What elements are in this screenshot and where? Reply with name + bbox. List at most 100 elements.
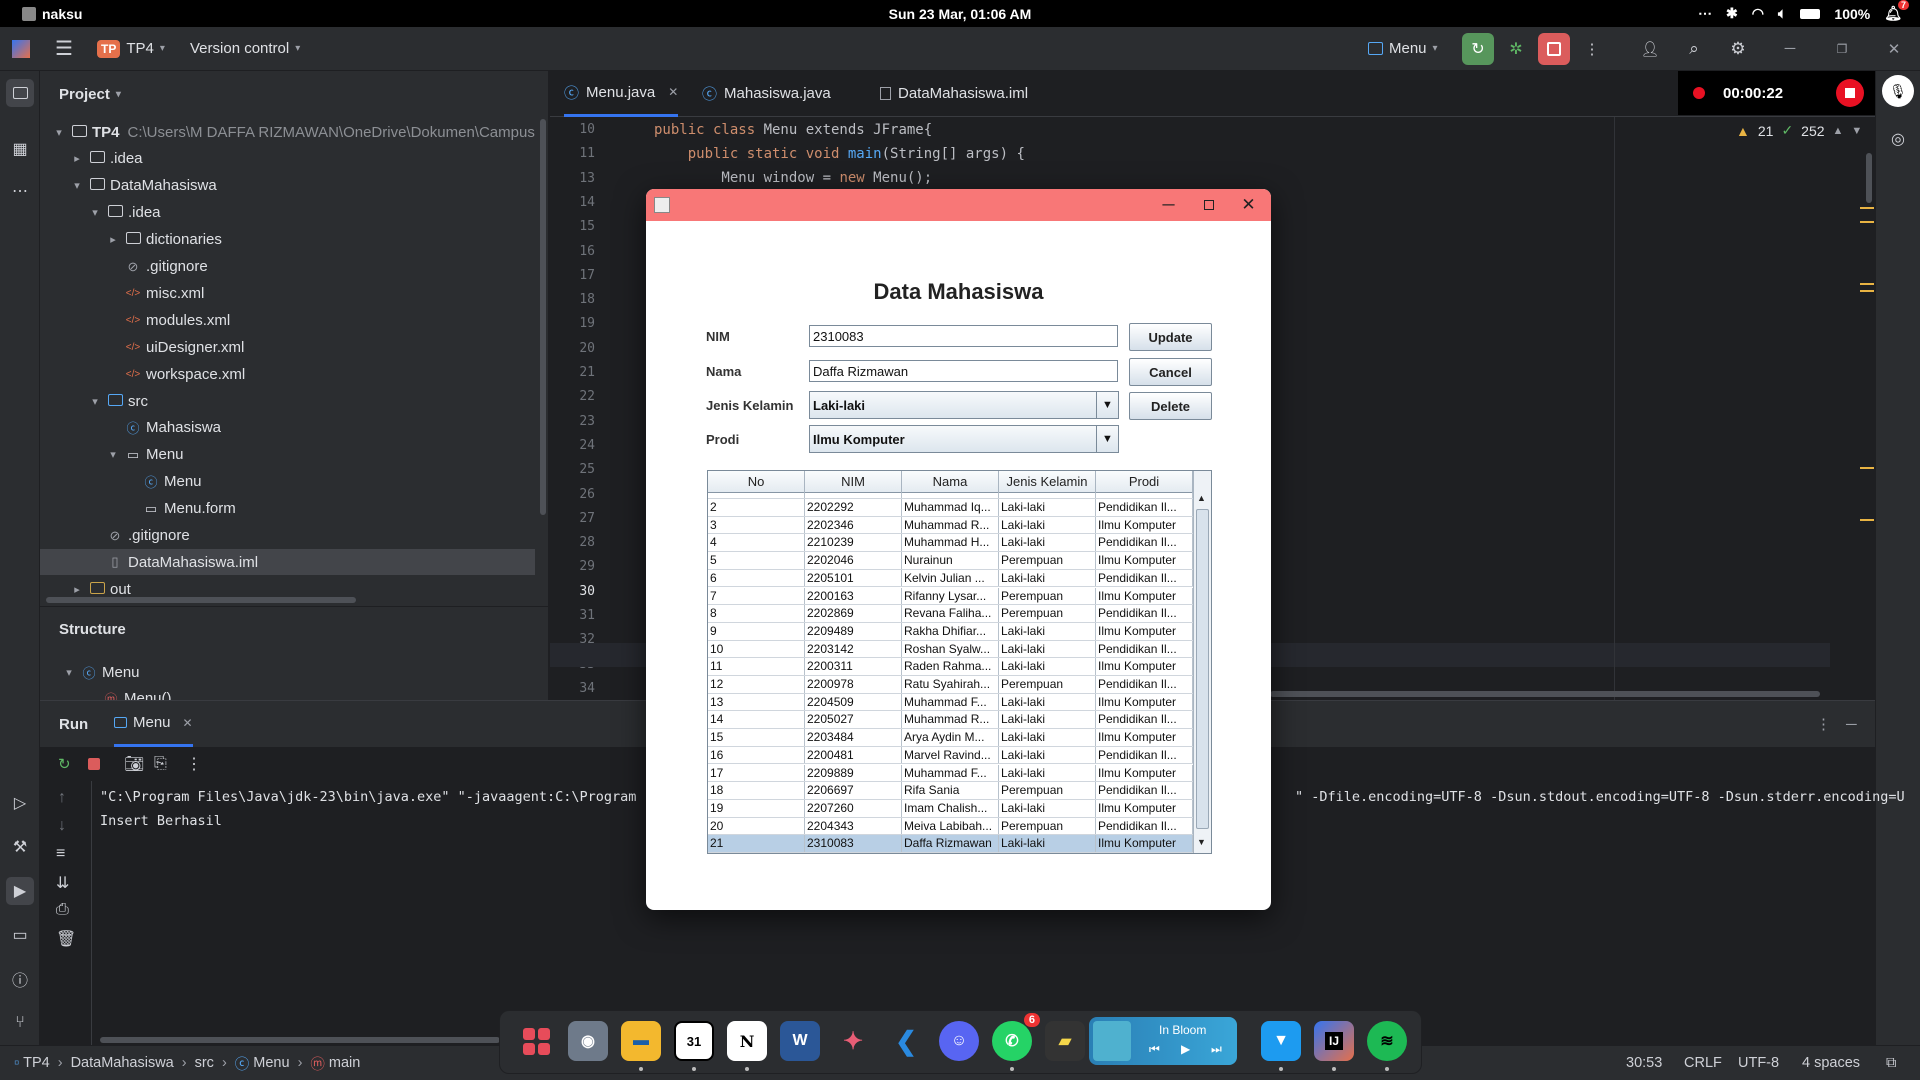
bluetooth-icon[interactable]: ✱ <box>1726 5 1738 22</box>
warning-marker[interactable] <box>1860 290 1874 292</box>
soft-wrap-icon[interactable]: ≡ <box>56 845 65 863</box>
stop-recording-button[interactable] <box>1836 79 1864 107</box>
table-row[interactable]: 15 2203484 Arya Aydin M... Laki-laki Ilmu Ko… <box>708 729 1193 747</box>
tree-item[interactable]: ▾ DataMahasiswa <box>40 173 535 199</box>
table-row[interactable]: 12 2200978 Ratu Syahirah... Perempuan Pendid… <box>708 676 1193 694</box>
run-config-selector[interactable]: Menu ▾ <box>1368 40 1438 57</box>
warning-marker[interactable] <box>1860 221 1874 223</box>
jenis-kelamin-select[interactable]: Laki-laki ▼ <box>809 391 1119 419</box>
table-row[interactable]: 14 2205027 Muhammad R... Laki-laki Pendidika… <box>708 711 1193 730</box>
console-horizontal-scrollbar[interactable] <box>100 1037 500 1043</box>
table-row[interactable]: 10 2203142 Roshan Syalw... Laki-laki Pendidi… <box>708 640 1193 659</box>
dock-app-discord[interactable]: ☺ <box>939 1021 979 1061</box>
project-panel-header[interactable]: Project ▾ <box>40 71 548 117</box>
breadcrumb-item[interactable]: ⓒ Menu <box>235 1053 290 1074</box>
prodi-select[interactable]: Ilmu Komputer ▼ <box>809 425 1119 453</box>
more-vertical-icon[interactable]: ⋮ <box>1816 715 1831 733</box>
tree-item[interactable]: ▾ .idea <box>40 200 535 226</box>
dock-app-intellij[interactable]: IJ <box>1314 1021 1354 1061</box>
ide-logo-icon[interactable] <box>12 39 30 58</box>
table-row[interactable]: 8 2202869 Revana Faliha... Perempuan Pendidi… <box>708 605 1193 623</box>
editor-horizontal-scrollbar[interactable] <box>1270 691 1820 697</box>
more-vertical-icon[interactable]: ⋮ <box>186 754 202 774</box>
table-row[interactable]: 17 2209889 Muhammad F... Laki-laki Ilmu Komp… <box>708 764 1193 783</box>
table-row[interactable]: 20 2204343 Meiva Labibah... Perempuan Pendid… <box>708 817 1193 836</box>
chevron-down-icon[interactable]: ▼ <box>1851 125 1862 137</box>
structure-item-menu-class[interactable]: ▾ ⓒ Menu <box>40 659 535 685</box>
table-row[interactable]: 9 2209489 Rakha Dhifiar... Laki-laki Ilmu Ko… <box>708 622 1193 641</box>
close-button[interactable]: ✕ <box>1226 189 1271 221</box>
volume-icon[interactable]: 🔈︎ <box>1778 5 1786 22</box>
more-tools-button[interactable]: ⋯ <box>6 177 34 205</box>
indent-setting[interactable]: 4 spaces <box>1802 1055 1860 1071</box>
dropdown-arrow-icon[interactable]: ▼ <box>1096 392 1118 418</box>
tree-item[interactable]: ▸ dictionaries <box>40 227 535 253</box>
nim-field[interactable]: 2310083 <box>809 325 1118 347</box>
debug-button[interactable]: ✲ <box>1500 33 1532 65</box>
warning-marker[interactable] <box>1860 283 1874 285</box>
tree-item[interactable]: ▾ ▭ Menu <box>40 442 535 468</box>
mute-mic-button[interactable]: 🎙︎ <box>1882 75 1914 107</box>
rerun-icon[interactable]: ↻ <box>58 755 71 773</box>
tree-item[interactable]: ▾ src <box>40 388 535 414</box>
close-icon[interactable]: ✕ <box>183 716 193 730</box>
breadcrumb-item[interactable]: DataMahasiswa <box>71 1055 174 1071</box>
maximize-window-button[interactable]: ❐ <box>1826 33 1858 65</box>
window-titlebar[interactable]: ─ ✕ <box>646 189 1271 221</box>
table-column-header[interactable]: No <box>708 471 805 493</box>
breadcrumb-item[interactable]: src <box>195 1055 214 1071</box>
table-row[interactable]: 18 2206697 Rifa Sania Perempuan Pendidikan I… <box>708 782 1193 800</box>
code-line-11[interactable]: public static void main(String[] args) { <box>654 146 1025 162</box>
more-icon[interactable]: ⋯ <box>1698 5 1712 22</box>
breadcrumb-item[interactable]: ▫ TP4 <box>14 1055 50 1071</box>
dock-app-notion[interactable]: N <box>727 1021 767 1061</box>
print-icon[interactable]: ⎙ <box>56 901 69 919</box>
chevron-right-icon[interactable]: ▸ <box>70 152 84 165</box>
next-track-icon[interactable]: ⏭ <box>1211 1042 1222 1057</box>
os-clock[interactable]: Sun 23 Mar, 01:06 AM <box>0 6 1920 22</box>
tree-item[interactable]: ⊘ .gitignore <box>40 523 535 549</box>
dock-app-twitter[interactable]: ▼ <box>1261 1021 1301 1061</box>
table-column-header[interactable]: Prodi <box>1096 471 1193 493</box>
chevron-right-icon[interactable]: ▸ <box>106 233 120 246</box>
dock-app-calendar[interactable]: 31 <box>674 1021 714 1061</box>
table-row[interactable]: 19 2207260 Imam Chalish... Laki-laki Ilmu Ko… <box>708 799 1193 818</box>
chevron-down-icon[interactable]: ▾ <box>88 206 102 219</box>
update-button[interactable]: Update <box>1129 323 1212 351</box>
table-row[interactable]: 16 2200481 Marvel Ravind... Laki-laki Pendid… <box>708 746 1193 765</box>
music-widget[interactable]: In Bloom ⏮ ▶ ⏭ <box>1089 1017 1237 1065</box>
file-encoding[interactable]: UTF-8 <box>1738 1055 1779 1071</box>
table-row[interactable]: 3 2202346 Muhammad R... Laki-laki Ilmu Kompu… <box>708 516 1193 535</box>
main-menu-icon[interactable]: ☰ <box>55 36 73 61</box>
table-row[interactable]: 6 2205101 Kelvin Julian ... Laki-laki Pendid… <box>708 569 1193 588</box>
scroll-thumb[interactable] <box>1196 509 1209 829</box>
cursor-position[interactable]: 30:53 <box>1626 1055 1662 1071</box>
tree-item[interactable]: ▭ Menu.form <box>40 496 535 522</box>
chevron-up-icon[interactable]: ▲ <box>1833 125 1844 137</box>
git-tool-button[interactable]: ⑂ <box>6 1009 34 1037</box>
tree-item[interactable]: ▾ TP4 C:\Users\M DAFFA RIZMAWAN\OneDrive\D… <box>40 119 535 145</box>
tab-menu-run[interactable]: Menu ✕ <box>114 701 193 747</box>
cancel-button[interactable]: Cancel <box>1129 358 1212 386</box>
dock-app-whatsapp[interactable]: ✆ 6 <box>992 1013 1040 1061</box>
warning-marker[interactable] <box>1860 519 1874 521</box>
table-row[interactable]: 11 2200311 Raden Rahma... Laki-laki Ilmu Kom… <box>708 658 1193 676</box>
dock-app-vscode[interactable]: ❮ <box>886 1021 926 1061</box>
restore-layout-icon[interactable]: ⎘ <box>154 755 167 773</box>
structure-item-constructor[interactable]: ⓜ Menu() <box>40 685 535 701</box>
table-column-header[interactable]: Nama <box>902 471 999 493</box>
minimize-window-button[interactable]: ─ <box>1774 33 1806 65</box>
os-user[interactable]: naksu <box>22 6 82 22</box>
breadcrumb-item[interactable]: ⓜ main <box>310 1053 360 1074</box>
editor-vertical-scrollbar[interactable] <box>1866 153 1872 203</box>
table-row[interactable]: 5 2202046 Nurainun Perempuan Ilmu Komputer <box>708 552 1193 570</box>
project-switcher[interactable]: TP TP4 ▾ <box>97 39 165 58</box>
dock-app-files[interactable]: ▬ <box>621 1021 661 1061</box>
tree-item[interactable]: </> workspace.xml <box>40 361 535 387</box>
vcs-menu[interactable]: Version control ▾ <box>190 40 300 57</box>
project-tool-button[interactable] <box>6 79 34 107</box>
line-separator[interactable]: CRLF <box>1684 1055 1722 1071</box>
minimize-panel-icon[interactable]: ─ <box>1846 716 1857 733</box>
scroll-to-end-icon[interactable]: ⇊ <box>56 873 69 893</box>
terminal-tool-button[interactable]: ▭ <box>6 921 34 949</box>
